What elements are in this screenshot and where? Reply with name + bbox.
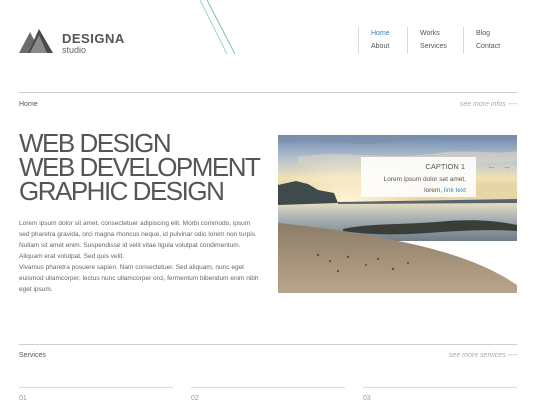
breadcrumb-divider — [19, 92, 517, 93]
nav-blog-link[interactable]: Blog — [476, 27, 500, 40]
headline-line-3: GRAPHIC DESIGN — [19, 176, 225, 206]
decorative-lines — [199, 0, 236, 55]
logo-tagline: studio — [62, 45, 87, 55]
service-divider-1 — [19, 387, 173, 388]
service-divider-2 — [191, 387, 345, 388]
logo-name: DESIGNA — [62, 31, 125, 46]
see-more-services-link[interactable]: see more services ---- — [449, 352, 517, 359]
nav-about-link[interactable]: About — [371, 40, 390, 53]
caption-link[interactable]: link text — [444, 187, 466, 194]
nav-column-2: Works Services — [407, 27, 447, 54]
slider-arrows: ← → — [487, 161, 517, 171]
nav-column-3: Blog Contact — [463, 27, 500, 54]
nav-contact-link[interactable]: Contact — [476, 40, 500, 53]
service-divider-3 — [363, 387, 517, 388]
slider-caption: CAPTION 1 Lorem ipsum dolor set amet, lo… — [361, 157, 476, 197]
service-number-1: 01 — [19, 395, 27, 402]
service-number-3: 03 — [363, 395, 371, 402]
breadcrumb[interactable]: Home — [19, 101, 38, 108]
arrow-right-icon[interactable]: → — [502, 161, 511, 171]
caption-title: CAPTION 1 — [425, 162, 465, 171]
logo[interactable]: DESIGNA studio — [19, 27, 129, 57]
nav-home-link[interactable]: Home — [371, 27, 390, 40]
caption-text: Lorem ipsum dolor set amet, lorem, link … — [366, 174, 466, 196]
nav-works-link[interactable]: Works — [420, 27, 447, 40]
intro-paragraph-2: Vivamus pharetra posuere sapien. Nam con… — [19, 264, 259, 293]
nav-column-1: Home About — [358, 27, 390, 54]
headline: WEB DESIGN WEB DEVELOPMENT GRAPHIC DESIG… — [19, 130, 261, 206]
logo-triangles-icon — [19, 29, 53, 53]
arrow-left-icon[interactable]: ← — [487, 161, 496, 171]
intro-paragraph-1: Lorem ipsum dolor sit amet, consectetuer… — [19, 220, 257, 260]
see-more-infos-link[interactable]: see more infos ---- — [460, 101, 517, 108]
service-number-2: 02 — [191, 395, 199, 402]
services-divider — [19, 344, 517, 345]
nav-services-link[interactable]: Services — [420, 40, 447, 53]
services-heading: Services — [19, 352, 46, 359]
